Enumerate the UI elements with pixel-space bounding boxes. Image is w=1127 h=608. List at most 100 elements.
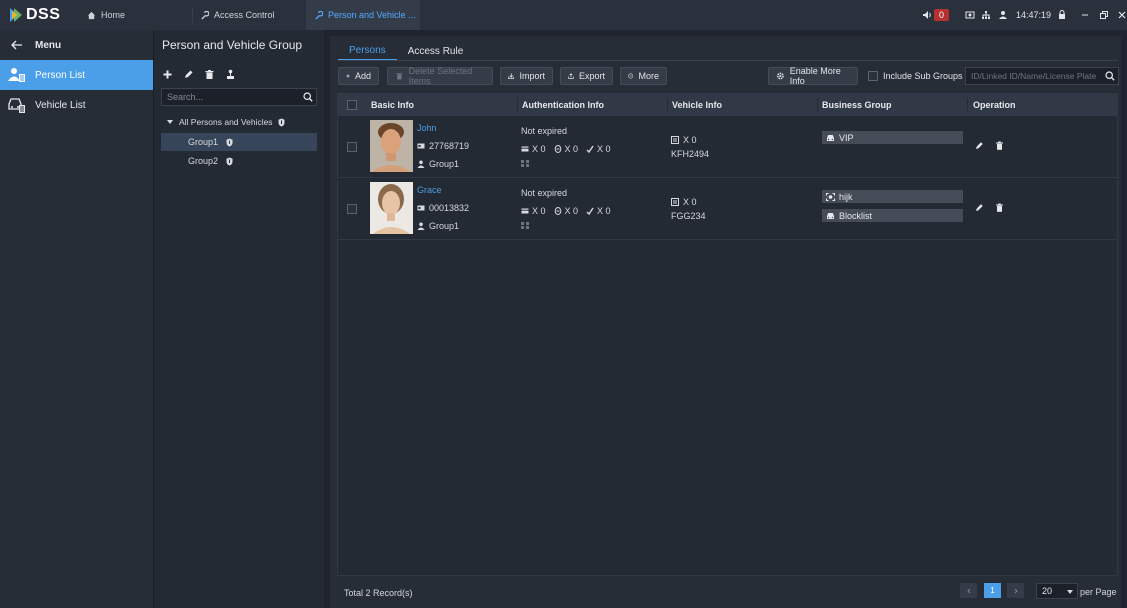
back-arrow-icon[interactable] [11,40,23,50]
person-search-input[interactable] [966,68,1098,84]
more-button[interactable]: More [620,67,667,85]
edit-group-button[interactable] [183,69,194,80]
person-group: Group1 [417,159,459,169]
per-page-label: per Page [1080,587,1117,597]
restore-button[interactable] [1099,0,1109,30]
face-icon [554,145,561,153]
more-label: More [638,71,659,81]
delete-trash-icon[interactable] [995,141,1004,150]
chevron-left-icon [966,588,970,593]
vehicle-list-icon [8,98,25,113]
event-button[interactable] [965,0,975,30]
import-icon [508,73,515,79]
wrench-icon [315,10,323,20]
page-size-value: 20 [1042,586,1053,596]
person-group-value: Group1 [429,221,460,231]
plus-icon [163,70,172,79]
auth-credentials: X 0 X 0 X 0 [521,206,611,216]
search-icon[interactable] [303,92,313,102]
caret-down-icon[interactable] [166,118,174,126]
person-photo [370,120,413,172]
menu-item-vehicle-list[interactable]: Vehicle List [0,90,153,120]
page-number-button[interactable]: 1 [984,583,1001,598]
menu-item-label: Person List [35,70,86,81]
edit-pencil-icon[interactable] [975,203,984,212]
caret-down-icon [1067,590,1073,594]
delete-group-button[interactable] [204,69,215,80]
more-icon [628,73,634,79]
group-panel-title: Person and Vehicle Group [162,38,303,52]
tree-root-label: All Persons and Vehicles [179,117,273,127]
license-plate: KFH2494 [671,149,710,159]
search-icon[interactable] [1105,71,1115,81]
close-button[interactable] [1117,0,1127,30]
person-group-icon [417,160,425,168]
delete-trash-icon[interactable] [995,203,1004,212]
next-page-button[interactable] [1007,583,1024,598]
restore-icon [1100,11,1108,19]
person-name-link[interactable]: John [417,123,437,133]
network-button[interactable] [981,0,991,30]
tab-label: Person and Vehicle ... [328,10,416,20]
import-button[interactable]: Import [500,67,553,85]
group-panel: Person and Vehicle Group All Persons and… [153,30,324,608]
tab-home[interactable]: Home [79,0,192,30]
col-authentication-info: Authentication Info [522,100,604,110]
prev-page-button[interactable] [960,583,977,598]
export-button[interactable]: Export [560,67,613,85]
tab-access-control[interactable]: Access Control [192,0,306,30]
include-sub-groups[interactable]: Include Sub Groups [868,71,963,81]
table-row[interactable]: John 27768719 Group1 Not expired X 0 X 0… [338,116,1117,178]
vehicle-count: X 0 [671,135,697,145]
edit-pencil-icon[interactable] [975,141,984,150]
select-all-checkbox[interactable] [347,100,357,110]
logo-text: DSS [26,6,61,23]
row-checkbox[interactable] [347,204,357,214]
col-divider [817,98,818,112]
move-group-button[interactable] [225,69,236,80]
lock-button[interactable] [1057,0,1067,30]
clock-time: 14:47:19 [1016,10,1052,20]
vehicle-count-value: X 0 [683,135,697,145]
car-icon [827,212,834,219]
row-checkbox[interactable] [347,142,357,152]
fingerprint-count: X 0 [586,144,611,154]
qr-code-icon [521,222,529,229]
qr-code-icon [521,160,529,167]
page-size-select[interactable]: 20 [1036,583,1078,599]
tab-access-rule[interactable]: Access Rule [397,42,475,61]
minimize-button[interactable] [1080,0,1090,30]
speaker-icon [923,11,931,19]
person-group-value: Group1 [429,159,460,169]
chevron-right-icon [1014,588,1018,593]
include-sub-groups-checkbox[interactable] [868,71,878,81]
left-menu: Menu Person List Vehicle List [0,30,153,608]
auth-status: Not expired [521,126,568,136]
enable-more-info-button[interactable]: Enable More Info [768,66,858,86]
business-group-tag: hijk [822,190,963,203]
group-search-input[interactable] [162,89,296,105]
user-button[interactable] [998,0,1008,30]
business-group-label: hijk [839,191,853,202]
tab-person-and-vehicle[interactable]: Person and Vehicle ... [306,0,420,30]
fingerprint-icon [586,145,594,153]
vehicle-count-value: X 0 [683,197,697,207]
delete-selected-button[interactable]: Delete Selected Items [387,66,493,86]
add-button[interactable]: Add [338,67,379,85]
menu-item-person-list[interactable]: Person List [0,60,153,90]
col-divider [967,98,968,112]
menu-header[interactable]: Menu [0,30,153,60]
tree-item-group1[interactable]: Group1 [161,133,317,151]
group-search[interactable] [161,88,317,106]
tree-item-group2[interactable]: Group2 [161,152,317,170]
person-search[interactable] [965,67,1119,85]
tree-root-all[interactable]: All Persons and Vehicles [166,117,285,127]
person-name-link[interactable]: Grace [417,185,442,195]
alarm-indicator[interactable]: 0 [922,0,950,30]
person-group: Group1 [417,221,459,231]
person-list-icon [8,68,25,82]
tab-persons[interactable]: Persons [338,42,397,61]
add-group-button[interactable] [162,69,173,80]
table-row[interactable]: Grace 00013832 Group1 Not expired X 0 X … [338,178,1117,240]
tab-label: Home [101,10,126,20]
